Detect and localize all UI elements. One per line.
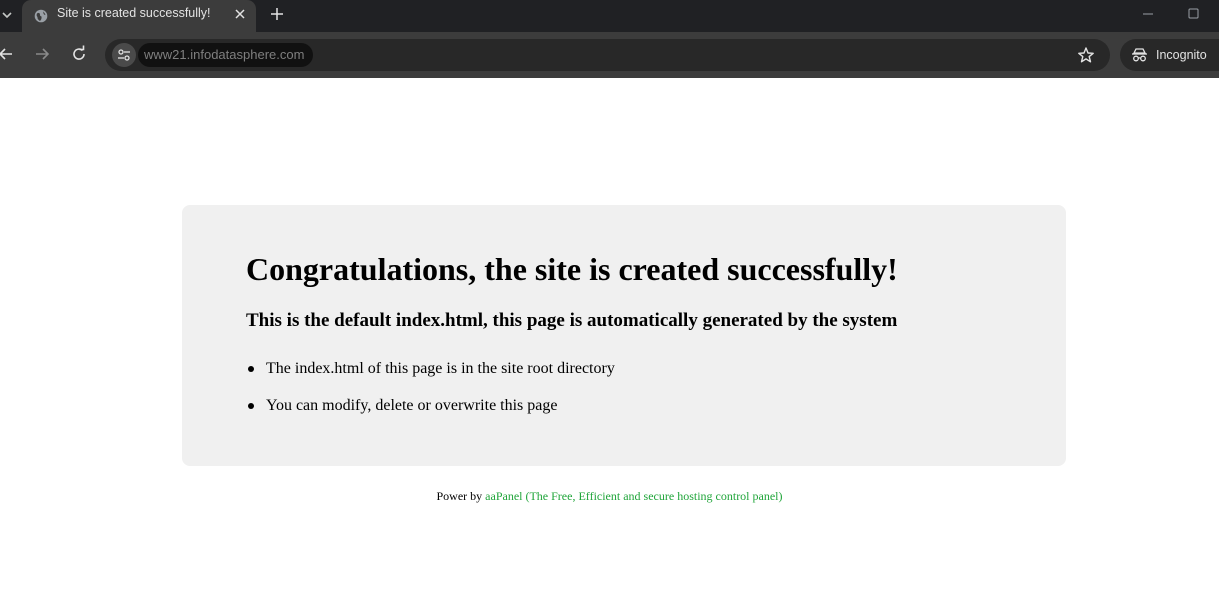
tab-search-chevron-icon[interactable]: [0, 4, 14, 26]
footer: Power by aaPanel (The Free, Efficient an…: [0, 489, 1219, 504]
list-item: You can modify, delete or overwrite this…: [246, 396, 615, 415]
footer-prefix: Power by: [436, 489, 483, 503]
maximize-window-icon[interactable]: [1186, 6, 1202, 22]
aapanel-link-name: aaPanel: [485, 489, 523, 503]
url-text[interactable]: www21.infodatasphere.com: [138, 43, 313, 67]
incognito-indicator[interactable]: Incognito: [1120, 39, 1219, 71]
browser-toolbar: www21.infodatasphere.com: [0, 32, 1219, 78]
active-tab[interactable]: Site is created successfully!: [22, 0, 256, 32]
page-title: Congratulations, the site is created suc…: [246, 251, 898, 287]
globe-icon: [34, 9, 48, 23]
page-subtitle: This is the default index.html, this pag…: [246, 310, 898, 331]
list-item: The index.html of this page is in the si…: [246, 359, 615, 378]
minimize-window-icon[interactable]: [1140, 6, 1156, 22]
tab-title: Site is created successfully!: [57, 6, 211, 20]
incognito-icon: [1132, 48, 1147, 62]
info-list: The index.html of this page is in the si…: [246, 359, 615, 433]
content-card: Congratulations, the site is created suc…: [182, 205, 1066, 466]
close-tab-icon[interactable]: [231, 5, 249, 23]
back-arrow-icon[interactable]: [0, 44, 17, 64]
bullet-icon: [248, 403, 254, 409]
incognito-label: Incognito: [1156, 48, 1207, 62]
tab-strip: Site is created successfully!: [0, 0, 1219, 32]
new-tab-plus-icon[interactable]: [266, 3, 288, 25]
aapanel-link[interactable]: aaPanel (The Free, Efficient and secure …: [485, 489, 782, 503]
bookmark-star-icon[interactable]: [1077, 46, 1095, 64]
tune-icon: [118, 49, 130, 61]
aapanel-link-desc: (The Free, Efficient and secure hosting …: [525, 489, 783, 503]
list-item-text: The index.html of this page is in the si…: [266, 360, 615, 377]
site-info-button[interactable]: [112, 43, 136, 67]
forward-arrow-icon[interactable]: [33, 44, 53, 64]
reload-icon[interactable]: [69, 44, 89, 64]
address-bar[interactable]: www21.infodatasphere.com: [105, 39, 1110, 71]
list-item-text: You can modify, delete or overwrite this…: [266, 397, 558, 414]
bullet-icon: [248, 366, 254, 372]
